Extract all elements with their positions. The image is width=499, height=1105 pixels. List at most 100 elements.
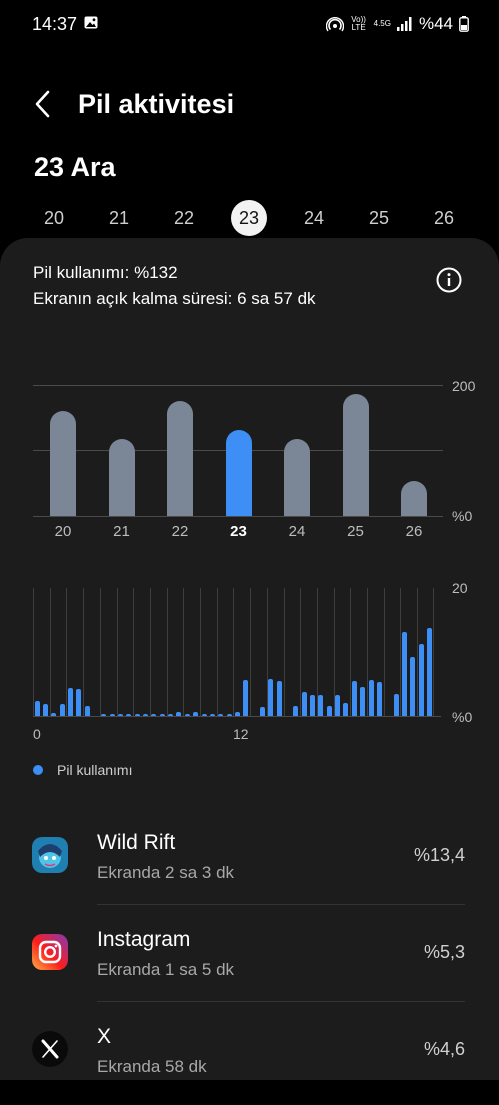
hourly-bar: [184, 714, 190, 716]
hourly-bar: [293, 706, 299, 716]
back-arrow-icon[interactable]: [30, 88, 56, 120]
daily-bar-25[interactable]: [342, 394, 369, 516]
signal-icon: [396, 17, 412, 31]
hourly-gridline: [250, 588, 252, 716]
instagram-icon: [32, 934, 68, 970]
x-icon: [32, 1031, 68, 1067]
hourly-bar: [126, 714, 132, 716]
day-21[interactable]: 21: [101, 200, 137, 236]
hourly-gridline: [283, 588, 285, 716]
app-row-wild-rift[interactable]: Wild Rift Ekranda 2 sa 3 dk %13,4: [0, 815, 499, 911]
chart-legend: Pil kullanımı: [33, 762, 132, 778]
app-screen-time: Ekranda 1 sa 5 dk: [97, 960, 235, 979]
hourly-bar: [76, 689, 82, 716]
hourly-gridline: [83, 588, 85, 716]
hourly-bar: [67, 687, 73, 716]
header: Pil aktivitesi: [0, 80, 499, 130]
hourly-bar: [151, 714, 157, 716]
hourly-x-tick-12: 12: [233, 726, 249, 742]
hourly-gridline: [33, 588, 34, 716]
status-bar: 14:37 Vo)) LTE 4.5G %44: [0, 0, 499, 50]
volte-indicator: Vo)) LTE: [351, 15, 366, 32]
daily-bar-21[interactable]: [108, 439, 135, 516]
hourly-gridline: [116, 588, 118, 716]
hourly-y-tick-min: %0: [452, 709, 473, 725]
divider: [97, 1001, 465, 1002]
hourly-bar: [426, 627, 432, 716]
y-tick-max: 200: [452, 378, 476, 394]
hourly-bar: [101, 714, 107, 716]
hourly-bar: [301, 691, 307, 716]
hourly-bar: [351, 681, 357, 716]
hourly-bar: [310, 694, 316, 716]
hourly-bar: [134, 714, 140, 716]
app-name: X: [97, 1025, 112, 1048]
hourly-bar: [34, 700, 40, 716]
hourly-bar: [201, 714, 207, 716]
hourly-bar: [326, 706, 332, 716]
battery-icon: [459, 16, 469, 32]
hourly-bar: [376, 682, 382, 716]
day-26[interactable]: 26: [426, 200, 462, 236]
legend-dot: [33, 765, 43, 775]
hourly-bar: [193, 712, 199, 716]
daily-x-label-22: 22: [171, 523, 189, 540]
day-22[interactable]: 22: [166, 200, 202, 236]
daily-bar-24[interactable]: [284, 438, 310, 516]
hourly-bar: [335, 694, 341, 716]
day-25[interactable]: 25: [361, 200, 397, 236]
hourly-gridline: [149, 588, 151, 716]
app-screen-time: Ekranda 58 dk: [97, 1057, 207, 1076]
hourly-bar: [360, 687, 366, 716]
daily-x-label-20: 20: [54, 523, 72, 540]
hourly-gridline: [166, 588, 168, 716]
app-usage-percent: %5,3: [423, 942, 465, 962]
hourly-gridline: [417, 588, 419, 716]
daily-bar-20[interactable]: [50, 411, 76, 516]
hourly-gridline: [133, 588, 135, 716]
hourly-bar: [343, 703, 349, 716]
hourly-bar: [268, 678, 274, 716]
hourly-gridline: [383, 588, 385, 716]
hourly-bar: [401, 631, 407, 716]
app-row-x[interactable]: X Ekranda 58 dk %4,6: [0, 1009, 499, 1105]
hotspot-icon: [325, 16, 344, 32]
hourly-bar: [318, 694, 324, 716]
info-icon[interactable]: [436, 267, 462, 293]
divider: [97, 904, 465, 905]
day-24[interactable]: 24: [296, 200, 332, 236]
daily-x-label-25: 25: [347, 523, 364, 540]
status-icons: Vo)) LTE 4.5G %44: [325, 12, 469, 36]
app-usage-percent: %13,4: [413, 845, 465, 865]
gridline-top: [33, 385, 443, 386]
daily-bar-26[interactable]: [401, 480, 427, 516]
hourly-bar: [159, 714, 165, 716]
hourly-bar: [276, 680, 282, 716]
hourly-gridline: [216, 588, 218, 716]
hourly-gridline: [49, 588, 51, 716]
status-time: 14:37: [32, 14, 78, 34]
battery-usage-summary: Pil kullanımı: %132: [33, 263, 178, 282]
day-20[interactable]: 20: [36, 200, 72, 236]
app-usage-percent: %4,6: [423, 1039, 465, 1059]
hourly-bar: [51, 713, 57, 716]
daily-bar-22[interactable]: [167, 400, 193, 516]
hourly-bar: [59, 704, 65, 716]
battery-percent: %44: [418, 14, 453, 33]
app-row-instagram[interactable]: Instagram Ekranda 1 sa 5 dk %5,3: [0, 912, 499, 1008]
hourly-bar: [226, 714, 232, 716]
daily-x-label-23: 23: [230, 523, 247, 540]
gridline-bottom: [33, 516, 443, 517]
page-title: Pil aktivitesi: [78, 89, 235, 119]
day-23-selected[interactable]: 23: [231, 200, 267, 236]
screen-time-summary: Ekranın açık kalma süresi: 6 sa 57 dk: [33, 289, 316, 308]
legend-label: Pil kullanımı: [57, 762, 133, 778]
hourly-y-tick-max: 20: [452, 580, 468, 596]
hourly-bar: [42, 704, 48, 716]
hourly-bar: [209, 714, 215, 716]
hourly-bar: [218, 714, 224, 716]
hourly-x-tick-0: 0: [33, 726, 41, 742]
daily-bar-23[interactable]: [225, 430, 252, 516]
day-selector: 20 21 22 23 24 25 26: [20, 200, 480, 236]
hourly-gridline: [233, 588, 235, 716]
